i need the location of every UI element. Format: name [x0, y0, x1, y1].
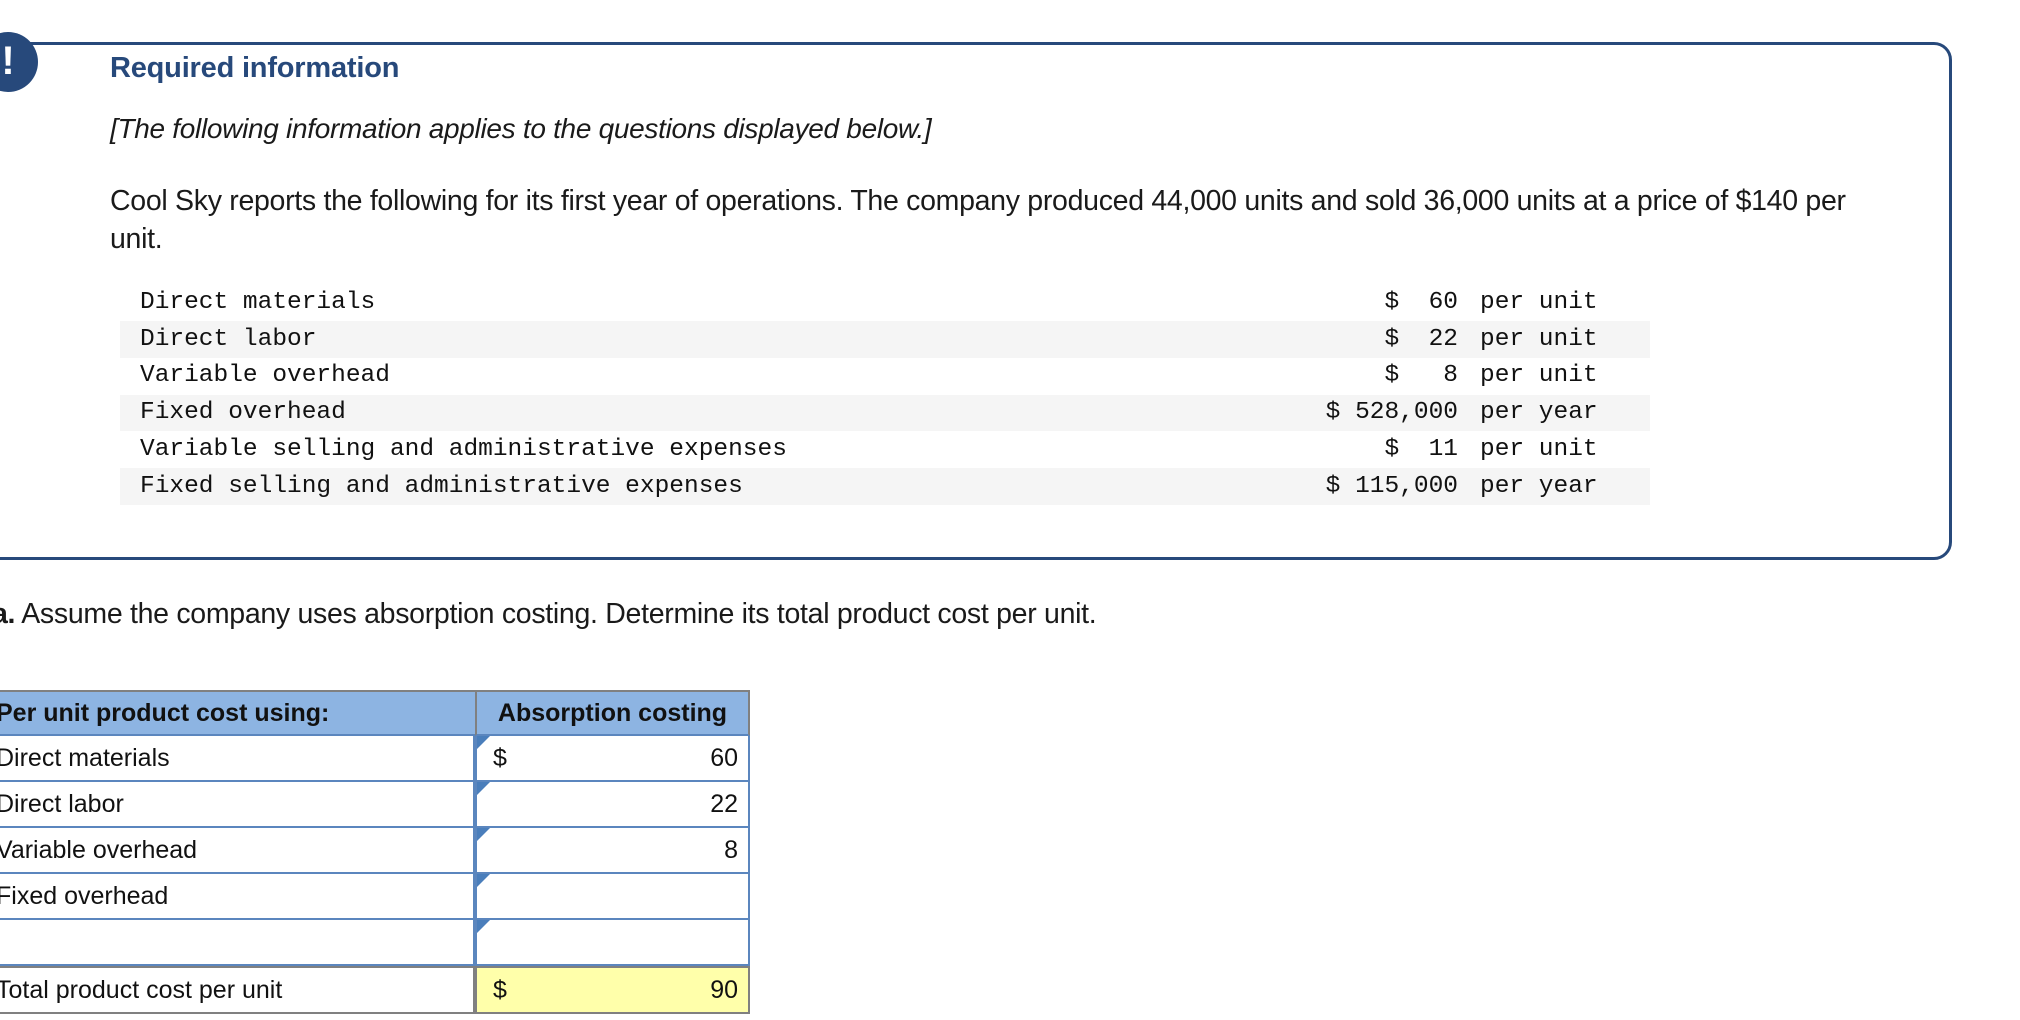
table-row: Fixed overhead $ 528,000 per year — [120, 394, 1650, 432]
table-row: Variable selling and administrative expe… — [120, 431, 1650, 469]
table-row: Direct labor $ 22 per unit — [120, 321, 1650, 358]
table-row: Direct materials $ 60 per unit — [120, 284, 1650, 322]
exclamation-icon: ! — [0, 32, 38, 92]
worksheet-row-label-cell[interactable]: Direct materials — [0, 736, 475, 782]
worksheet-row-label-cell[interactable]: Fixed overhead — [0, 874, 475, 920]
page-title: Required information — [110, 52, 400, 84]
cost-amount: $ 115,000 — [1325, 472, 1458, 500]
worksheet-total-row: Total product cost per unit $ 90 — [0, 966, 750, 1014]
cost-period: per unit — [1480, 435, 1598, 463]
worksheet-value-input[interactable]: 8 — [475, 828, 750, 874]
cost-data-table-body: Direct materials $ 60 per unit Direct la… — [120, 284, 1650, 505]
worksheet-header-col-a: Per unit product cost using: — [0, 690, 475, 736]
callout-content: Required information [The following info… — [110, 52, 1940, 505]
worksheet-value: 60 — [710, 743, 738, 772]
worksheet-value-input[interactable] — [475, 920, 750, 966]
cost-amount: $ 22 — [1384, 325, 1458, 353]
cost-label: Variable selling and administrative expe… — [140, 435, 787, 463]
dropdown-marker-icon — [477, 736, 490, 749]
worksheet-row-label: Fixed overhead — [0, 881, 169, 910]
dropdown-marker-icon — [477, 828, 490, 841]
worksheet-value: 22 — [710, 789, 738, 818]
callout-italic-note: [The following information applies to th… — [110, 113, 932, 144]
cost-label: Direct labor — [140, 325, 317, 353]
worksheet-total-label: Total product cost per unit — [0, 966, 475, 1014]
cost-period: per year — [1480, 472, 1598, 500]
cost-amount: $ 11 — [1384, 435, 1458, 463]
worksheet-row-label: Variable overhead — [0, 835, 198, 864]
dropdown-marker-icon — [477, 920, 490, 933]
worksheet-row-label: Direct materials — [0, 743, 170, 772]
worksheet-header-col-b: Absorption costing — [475, 690, 750, 736]
worksheet-row-label-cell[interactable]: Direct labor — [0, 782, 475, 828]
exclamation-glyph: ! — [1, 39, 15, 83]
table-row: Variable overhead 8 — [0, 828, 750, 874]
question-prompt: a. Assume the company uses absorption co… — [0, 598, 1097, 631]
cost-period: per unit — [1480, 288, 1598, 316]
worksheet-row-label: Direct labor — [0, 789, 124, 818]
worksheet-table-wrapper: Per unit product cost using: Absorption … — [0, 690, 750, 1014]
cost-period: per unit — [1480, 362, 1598, 390]
dropdown-marker-icon — [477, 782, 490, 795]
cost-amount: $ 528,000 — [1325, 399, 1458, 427]
worksheet-value-input[interactable]: $ 60 — [475, 736, 750, 782]
worksheet-value-input[interactable]: 22 — [475, 782, 750, 828]
worksheet-total-value-cell: $ 90 — [475, 966, 750, 1014]
table-row: Fixed overhead — [0, 874, 750, 920]
table-row: Fixed selling and administrative expense… — [120, 468, 1650, 505]
table-row: Variable overhead $ 8 per unit — [120, 357, 1650, 395]
worksheet-row-label-cell[interactable] — [0, 920, 475, 966]
cost-amount: $ 60 — [1384, 288, 1458, 316]
worksheet-total-value: 90 — [710, 975, 738, 1004]
table-row: Direct labor 22 — [0, 782, 750, 828]
cost-label: Fixed overhead — [140, 399, 346, 427]
dropdown-marker-icon — [477, 874, 490, 887]
cost-period: per year — [1480, 399, 1598, 427]
cost-amount: $ 8 — [1384, 362, 1458, 390]
callout-paragraph: Cool Sky reports the following for its f… — [110, 185, 1846, 255]
table-row — [0, 920, 750, 966]
worksheet-row-label-cell[interactable]: Variable overhead — [0, 828, 475, 874]
cost-period: per unit — [1480, 325, 1598, 353]
cost-label: Variable overhead — [140, 362, 390, 390]
currency-symbol: $ — [493, 743, 507, 772]
worksheet-table-body: Per unit product cost using: Absorption … — [0, 690, 750, 1014]
table-row: Direct materials $ 60 — [0, 736, 750, 782]
worksheet-table: Per unit product cost using: Absorption … — [0, 690, 750, 1014]
worksheet-value-input[interactable] — [475, 874, 750, 920]
question-label: a. — [0, 598, 16, 630]
cost-label: Fixed selling and administrative expense… — [140, 472, 743, 500]
currency-symbol: $ — [493, 975, 507, 1004]
cost-data-table: Direct materials $ 60 per unit Direct la… — [120, 284, 1650, 505]
question-text: Assume the company uses absorption costi… — [21, 598, 1097, 630]
worksheet-value: 8 — [724, 835, 738, 864]
worksheet-header-row: Per unit product cost using: Absorption … — [0, 690, 750, 736]
cost-label: Direct materials — [140, 288, 376, 316]
